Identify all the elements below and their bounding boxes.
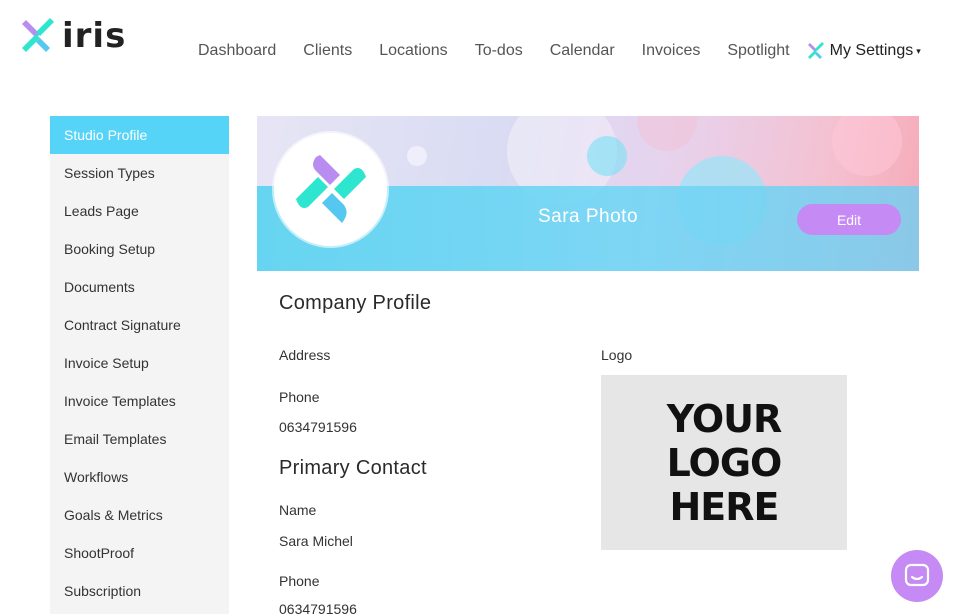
banner-bubble bbox=[587, 136, 627, 176]
company-phone-label: Phone bbox=[279, 389, 320, 405]
banner-bubble bbox=[832, 116, 902, 176]
edit-profile-button[interactable]: Edit bbox=[797, 204, 901, 235]
sidebar-item-subscription[interactable]: Subscription bbox=[50, 572, 229, 610]
chevron-down-icon: ▾ bbox=[916, 45, 921, 56]
nav-my-settings[interactable]: My Settings ▾ bbox=[807, 42, 921, 60]
nav-spotlight[interactable]: Spotlight bbox=[727, 42, 789, 60]
banner-bubble bbox=[407, 146, 427, 166]
nav-invoices[interactable]: Invoices bbox=[642, 42, 701, 60]
nav-locations[interactable]: Locations bbox=[379, 42, 448, 60]
sidebar-item-goals-metrics[interactable]: Goals & Metrics bbox=[50, 496, 229, 534]
studio-avatar[interactable] bbox=[274, 133, 387, 246]
logo-label: Logo bbox=[601, 347, 633, 363]
contact-name-label: Name bbox=[279, 502, 317, 518]
sidebar-item-studio-profile[interactable]: Studio Profile bbox=[50, 116, 229, 154]
my-settings-label: My Settings bbox=[829, 42, 914, 59]
chat-bubble-icon bbox=[904, 563, 930, 587]
contact-name-value: Sara Michel bbox=[279, 533, 353, 549]
sidebar-item-contract-signature[interactable]: Contract Signature bbox=[50, 306, 229, 344]
nav-todos[interactable]: To-dos bbox=[475, 42, 523, 60]
company-profile-heading: Company Profile bbox=[279, 292, 432, 314]
brand-name: iris bbox=[62, 16, 127, 56]
sidebar-item-documents[interactable]: Documents bbox=[50, 268, 229, 306]
sidebar-item-invoice-setup[interactable]: Invoice Setup bbox=[50, 344, 229, 382]
address-label: Address bbox=[279, 347, 331, 363]
contact-phone-label: Phone bbox=[279, 573, 320, 589]
contact-phone-value: 0634791596 bbox=[279, 601, 357, 614]
top-nav: Dashboard Clients Locations To-dos Calen… bbox=[198, 42, 921, 60]
iris-pinwheel-icon bbox=[807, 42, 824, 59]
sidebar-item-email-templates[interactable]: Email Templates bbox=[50, 420, 229, 458]
logo-placeholder[interactable]: YOUR LOGO HERE bbox=[601, 375, 847, 550]
nav-clients[interactable]: Clients bbox=[303, 42, 352, 60]
logo-placeholder-text: YOUR LOGO HERE bbox=[666, 396, 783, 529]
iris-pinwheel-icon bbox=[22, 18, 54, 52]
sidebar-item-shootproof[interactable]: ShootProof bbox=[50, 534, 229, 572]
sidebar-item-workflows[interactable]: Workflows bbox=[50, 458, 229, 496]
company-phone-value: 0634791596 bbox=[279, 419, 357, 435]
profile-banner: Sara Photo Edit bbox=[257, 116, 919, 271]
nav-calendar[interactable]: Calendar bbox=[550, 42, 615, 60]
nav-dashboard[interactable]: Dashboard bbox=[198, 42, 276, 60]
banner-bubble bbox=[637, 116, 697, 151]
sidebar-item-invoice-templates[interactable]: Invoice Templates bbox=[50, 382, 229, 420]
brand-logo[interactable]: iris bbox=[20, 18, 126, 54]
chat-widget-button[interactable] bbox=[891, 550, 943, 602]
sidebar-item-leads-page[interactable]: Leads Page bbox=[50, 192, 229, 230]
sidebar-item-booking-setup[interactable]: Booking Setup bbox=[50, 230, 229, 268]
primary-contact-heading: Primary Contact bbox=[279, 457, 427, 479]
settings-sidebar: Studio Profile Session Types Leads Page … bbox=[50, 116, 229, 614]
sidebar-item-session-types[interactable]: Session Types bbox=[50, 154, 229, 192]
